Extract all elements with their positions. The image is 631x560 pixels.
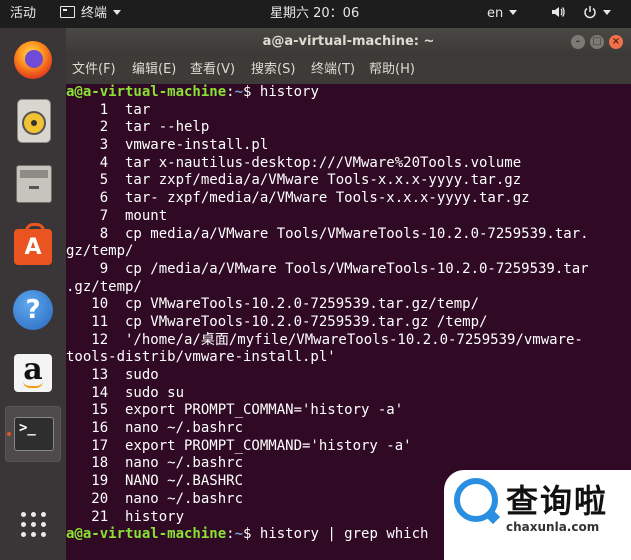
rhythmbox-icon [17, 99, 51, 143]
dock: A ? a >_ [0, 28, 66, 560]
command-text: history [259, 84, 319, 100]
menu-search[interactable]: 搜索(S) [251, 56, 295, 84]
history-line: 16 nano ~/.bashrc [66, 420, 244, 437]
firefox-icon [14, 41, 52, 79]
running-indicator [7, 432, 11, 436]
history-line: .gz/temp/ [66, 278, 142, 295]
prompt-line: a@a-virtual-machine:~$ history [66, 84, 631, 102]
menu-view[interactable]: 查看(V) [190, 56, 235, 84]
history-line: 11 cp VMwareTools-10.2.0-7259539.tar.gz … [66, 313, 488, 330]
help-icon: ? [13, 290, 53, 330]
files-icon [16, 165, 52, 203]
dock-software[interactable]: A [5, 219, 61, 275]
menu-terminal[interactable]: 终端(T) [311, 56, 355, 84]
history-output: 1 tar 2 tar --help 3 vmware-install.pl 4… [66, 102, 631, 527]
prompt-end: $ [243, 526, 260, 543]
chevron-down-icon [603, 10, 611, 15]
dock-amazon[interactable]: a [5, 345, 61, 401]
history-line: 17 export PROMPT_COMMAND='history -a' [66, 437, 412, 454]
menu-bar: 文件(F) 编辑(E) 查看(V) 搜索(S) 终端(T) 帮助(H) [66, 56, 631, 84]
history-line: 6 tar- zxpf/media/a/VMware Tools-x.x.x-y… [66, 190, 530, 207]
prompt-end: $ [243, 84, 260, 100]
history-line: 1 tar [66, 101, 151, 118]
history-line: 14 sudo su [66, 384, 185, 401]
language-label: en [487, 6, 504, 21]
history-line: 4 tar x-nautilus-desktop:///VMware%20Too… [66, 154, 522, 171]
minimize-button[interactable]: – [571, 35, 585, 49]
watermark-logo: 查询啦 chaxunla.com [444, 470, 631, 560]
history-line: 9 cp /media/a/VMware Tools/VMwareTools-1… [66, 260, 589, 277]
language-indicator[interactable]: en [487, 0, 518, 28]
window-titlebar[interactable]: a@a-virtual-machine: ~ – □ × [66, 28, 631, 56]
show-applications-icon [21, 512, 46, 537]
history-line: 12 '/home/a/桌面/myfile/VMwareTools-10.2.0… [66, 331, 583, 348]
prompt-sep: : [226, 84, 235, 100]
prompt-user: a@a-virtual-machine [66, 84, 227, 100]
dock-files[interactable] [5, 155, 61, 211]
menu-help[interactable]: 帮助(H) [369, 56, 415, 84]
power-menu[interactable] [583, 0, 611, 28]
prompt-sep: : [226, 526, 235, 543]
amazon-icon: a [14, 354, 52, 392]
history-line: tools-distrib/vmware-install.pl' [66, 349, 336, 366]
terminal-icon-glyph: >_ [19, 420, 36, 436]
app-menu[interactable]: 终端 [60, 0, 122, 28]
history-line: 13 sudo [66, 367, 159, 383]
history-line: 15 export PROMPT_COMMAN='history -a' [66, 402, 404, 419]
dock-terminal[interactable]: >_ [5, 406, 61, 462]
dock-firefox[interactable] [5, 32, 61, 88]
ubuntu-software-icon: A [14, 223, 52, 265]
app-menu-label: 终端 [81, 6, 108, 21]
magnifier-icon [454, 478, 498, 522]
window-title: a@a-virtual-machine: ~ [262, 34, 435, 49]
prompt-path: ~ [234, 84, 244, 100]
dock-rhythmbox[interactable] [5, 92, 61, 148]
history-line: 3 vmware-install.pl [66, 137, 269, 154]
history-line: 5 tar zxpf/media/a/VMware Tools-x.x.x-yy… [66, 172, 522, 189]
clock[interactable]: 星期六 20：06 [270, 0, 359, 28]
top-bar: 活动 终端 星期六 20：06 en [0, 0, 631, 28]
chevron-down-icon [509, 10, 518, 15]
prompt-path: ~ [234, 526, 244, 543]
dock-help[interactable]: ? [5, 282, 61, 338]
history-line: 8 cp media/a/VMware Tools/VMwareTools-10… [66, 225, 589, 242]
history-line: gz/temp/ [66, 243, 134, 260]
close-button[interactable]: × [609, 35, 623, 49]
history-line: 7 mount [66, 207, 168, 224]
history-line: 10 cp VMwareTools-10.2.0-7259539.tar.gz/… [66, 296, 480, 313]
terminal-icon: >_ [14, 417, 54, 451]
volume-icon[interactable] [551, 0, 565, 28]
menu-file[interactable]: 文件(F) [72, 56, 116, 84]
history-line: 2 tar --help [66, 119, 210, 136]
terminal-small-icon [60, 6, 75, 18]
watermark-brand: 查询啦 [506, 482, 609, 520]
watermark-url: chaxunla.com [506, 520, 600, 534]
prompt-user: a@a-virtual-machine [66, 526, 227, 543]
activities-button[interactable]: 活动 [10, 0, 36, 28]
show-applications-button[interactable] [5, 498, 61, 554]
menu-edit[interactable]: 编辑(E) [132, 56, 176, 84]
power-icon [584, 6, 596, 19]
chevron-down-icon [113, 10, 122, 15]
maximize-button[interactable]: □ [590, 35, 604, 49]
current-command: history | grep which [259, 526, 429, 543]
